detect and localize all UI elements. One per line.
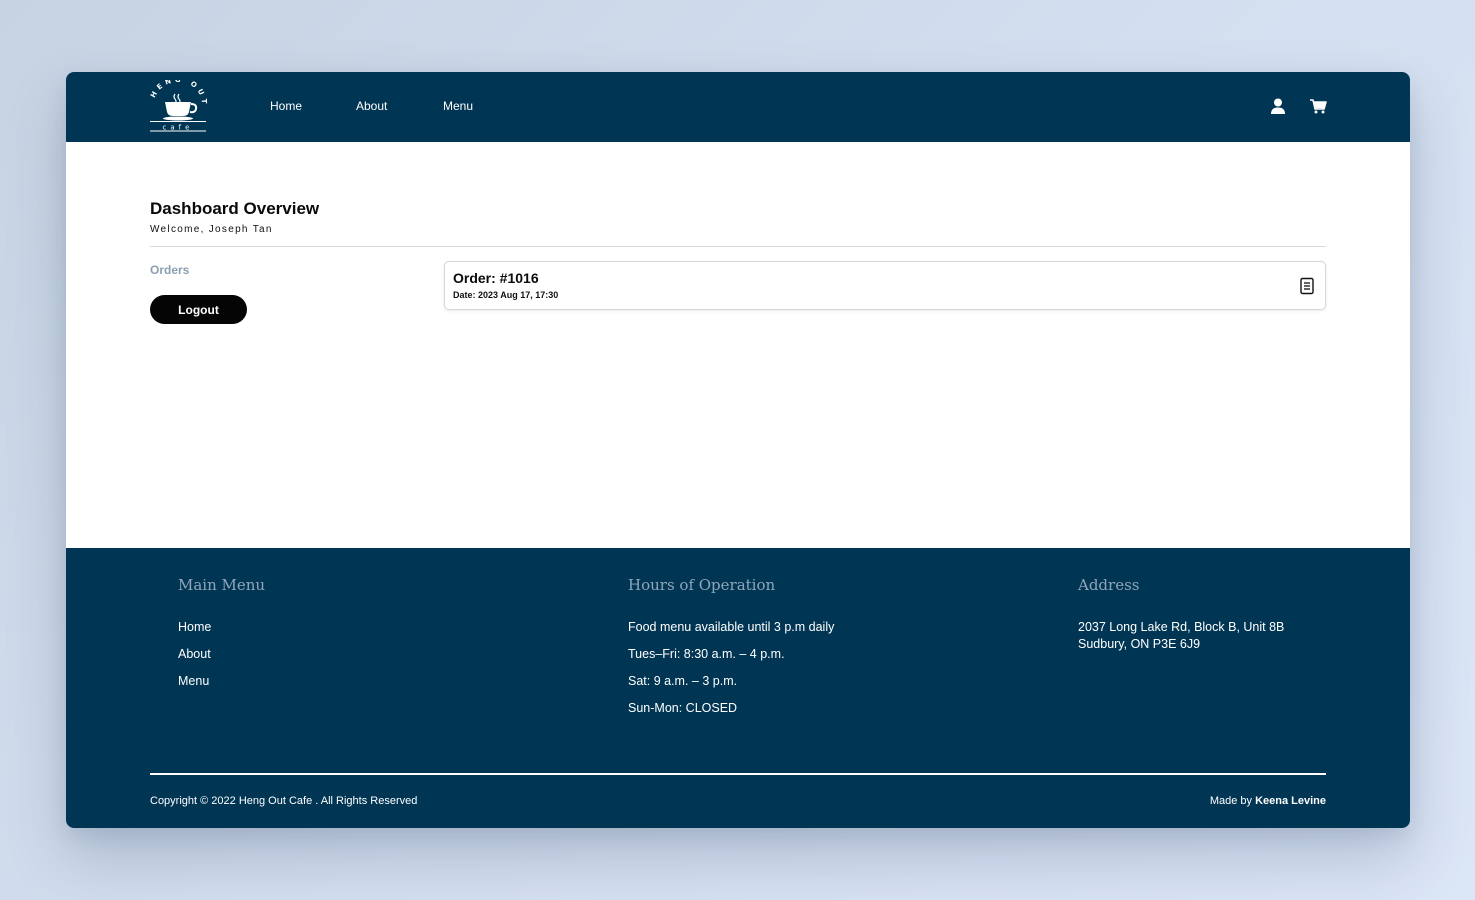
hours-line: Tues–Fri: 8:30 a.m. – 4 p.m. <box>628 647 785 661</box>
made-by-prefix: Made by <box>1209 795 1253 807</box>
sidebar-orders-link[interactable]: Orders <box>150 263 189 277</box>
footer-hours-heading: Hours of Operation <box>628 576 776 594</box>
page-title: Dashboard Overview <box>150 199 320 218</box>
welcome-text: Welcome, Joseph Tan <box>150 224 273 235</box>
order-card[interactable]: Order: #1016 Date: 2023 Aug 17, 17:30 <box>444 261 1326 310</box>
nav-home-link[interactable]: Home <box>270 99 302 113</box>
made-by-name: Keena Levine <box>1255 795 1326 807</box>
app-window: HENG OUT cafe Home About Menu Dashboard … <box>66 72 1410 828</box>
user-icon[interactable] <box>1269 97 1287 115</box>
nav-about-link[interactable]: About <box>356 99 387 113</box>
top-navbar: HENG OUT cafe Home About Menu <box>66 72 1410 142</box>
copyright-text: Copyright © 2022 Heng Out Cafe . All Rig… <box>150 795 418 807</box>
address-line-1: 2037 Long Lake Rd, Block B, Unit 8B <box>1078 620 1285 634</box>
footer-address-heading: Address <box>1078 576 1140 594</box>
logout-button[interactable]: Logout <box>150 295 247 324</box>
heng-out-cafe-logo[interactable]: HENG OUT cafe <box>148 76 208 132</box>
footer-home-link[interactable]: Home <box>178 620 211 634</box>
footer-main-menu-heading: Main Menu <box>178 576 266 594</box>
hours-line: Sun-Mon: CLOSED <box>628 701 738 715</box>
footer: Main Menu Home About Menu Hours of Opera… <box>66 548 1410 828</box>
header-divider <box>150 246 1326 247</box>
address-line-2: Sudbury, ON P3E 6J9 <box>1078 637 1201 651</box>
footer-about-link[interactable]: About <box>178 647 211 661</box>
hours-line: Sat: 9 a.m. – 3 p.m. <box>628 674 738 688</box>
receipt-icon[interactable] <box>1299 277 1315 295</box>
logo-cafe-text: cafe <box>163 124 194 132</box>
hours-line: Food menu available until 3 p.m daily <box>628 620 835 634</box>
order-title: Order: #1016 <box>453 270 539 286</box>
footer-menu-link[interactable]: Menu <box>178 674 209 688</box>
cart-icon[interactable] <box>1309 97 1327 115</box>
made-by-credit: Made by Keena Levine <box>1210 795 1326 807</box>
footer-divider <box>150 773 1326 775</box>
nav-menu-link[interactable]: Menu <box>443 99 473 113</box>
order-date: Date: 2023 Aug 17, 17:30 <box>453 290 559 300</box>
